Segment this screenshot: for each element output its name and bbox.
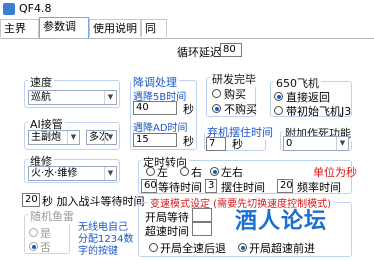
- title-bar: QF4.8: [0, 0, 374, 18]
- speed-mode-open-input[interactable]: [192, 208, 212, 222]
- research-buy-label: 购买: [224, 88, 246, 101]
- research-title: 研发完毕: [210, 71, 258, 87]
- extra-select[interactable]: 0 ▼: [283, 136, 349, 151]
- repair-select[interactable]: 火·水·维修 ▼: [28, 166, 117, 181]
- ad-unit: 秒: [183, 135, 194, 148]
- turn-left-label: 左: [157, 166, 168, 179]
- ai-weapon-value: 主副炮: [31, 132, 61, 143]
- speed-mode-forward-radio[interactable]: [238, 243, 247, 252]
- chevron-down-icon: ▼: [104, 91, 116, 104]
- turn-freq-input[interactable]: 20: [277, 179, 293, 193]
- loop-delay-input[interactable]: 80: [220, 43, 242, 57]
- research-nobuy-label: 不购买: [224, 103, 257, 116]
- ai-mode-select[interactable]: 多次 ▼: [86, 130, 117, 145]
- speed-select[interactable]: 巡航 ▼: [28, 90, 117, 105]
- chevron-down-icon: ▼: [104, 131, 116, 144]
- tab-params[interactable]: 参数调整: [39, 17, 89, 51]
- join-wait-input[interactable]: 20: [22, 193, 40, 207]
- turn-leftright-radio[interactable]: [210, 167, 219, 176]
- random-no-label: 否: [40, 241, 51, 254]
- chevron-down-icon: ▼: [336, 137, 348, 150]
- loop-delay-label: 循环延迟: [177, 46, 221, 59]
- plane-return-radio[interactable]: [274, 92, 283, 101]
- tab-agree[interactable]: 同意: [141, 19, 167, 53]
- note-line-3: 字的按键: [78, 246, 118, 257]
- random-no-radio[interactable]: [29, 242, 38, 251]
- join-wait-label: 秒 加入战斗等待时间: [42, 195, 145, 208]
- turn-right-radio[interactable]: [180, 167, 189, 176]
- random-yes-radio[interactable]: [29, 228, 38, 237]
- plane-j3-label: 带初始飞机J3: [286, 105, 352, 118]
- speed-select-value: 巡航: [31, 92, 51, 103]
- turn-hold-label: 摆住时间: [221, 181, 265, 194]
- chevron-down-icon: ▼: [67, 131, 79, 144]
- hold-input[interactable]: 7: [206, 137, 226, 151]
- speed-mode-forward-label: 开局超速前进: [249, 242, 315, 255]
- speed-mode-back-label: 开局全速后退: [160, 242, 226, 255]
- turn-wait-label: 等待时间: [158, 181, 202, 194]
- tab-main[interactable]: 主界面: [0, 19, 39, 53]
- speed-title: 速度: [28, 74, 54, 90]
- speed-mode-over-input[interactable]: [192, 222, 212, 236]
- forum-watermark: 酒人论坛: [235, 209, 328, 234]
- ai-weapon-select[interactable]: 主副炮 ▼: [28, 130, 80, 145]
- turn-leftright-label: 左右: [221, 166, 243, 179]
- plane-j3-radio[interactable]: [274, 106, 283, 115]
- random-title: 随机鱼雷: [28, 208, 76, 224]
- chevron-down-icon: ▼: [104, 167, 116, 180]
- window-title: QF4.8: [19, 2, 52, 15]
- turn-freq-label: 频率时间: [297, 181, 341, 194]
- tab-instructions[interactable]: 使用说明: [89, 19, 141, 37]
- app-icon: [3, 3, 15, 15]
- ad-label: 遇降AD时间: [133, 123, 188, 134]
- speed-mode-over-label: 超速时间: [145, 225, 189, 238]
- fire-delay-unit: 秒: [183, 103, 194, 116]
- turn-unit-note: 单位为秒: [313, 166, 357, 179]
- turn-left-radio[interactable]: [146, 167, 155, 176]
- extra-select-value: 0: [286, 138, 293, 149]
- hold-unit: 秒: [232, 138, 243, 151]
- ad-input[interactable]: 15: [133, 133, 177, 147]
- speed-mode-back-radio[interactable]: [149, 243, 158, 252]
- research-buy-radio[interactable]: [212, 89, 221, 98]
- turn-right-label: 右: [191, 166, 202, 179]
- research-nobuy-radio[interactable]: [212, 104, 221, 113]
- repair-select-value: 火·水·维修: [31, 168, 78, 179]
- turn-hold-input[interactable]: 3: [205, 179, 217, 193]
- fire-delay-input[interactable]: 40: [133, 101, 177, 115]
- turn-wait-input[interactable]: 60: [141, 179, 157, 193]
